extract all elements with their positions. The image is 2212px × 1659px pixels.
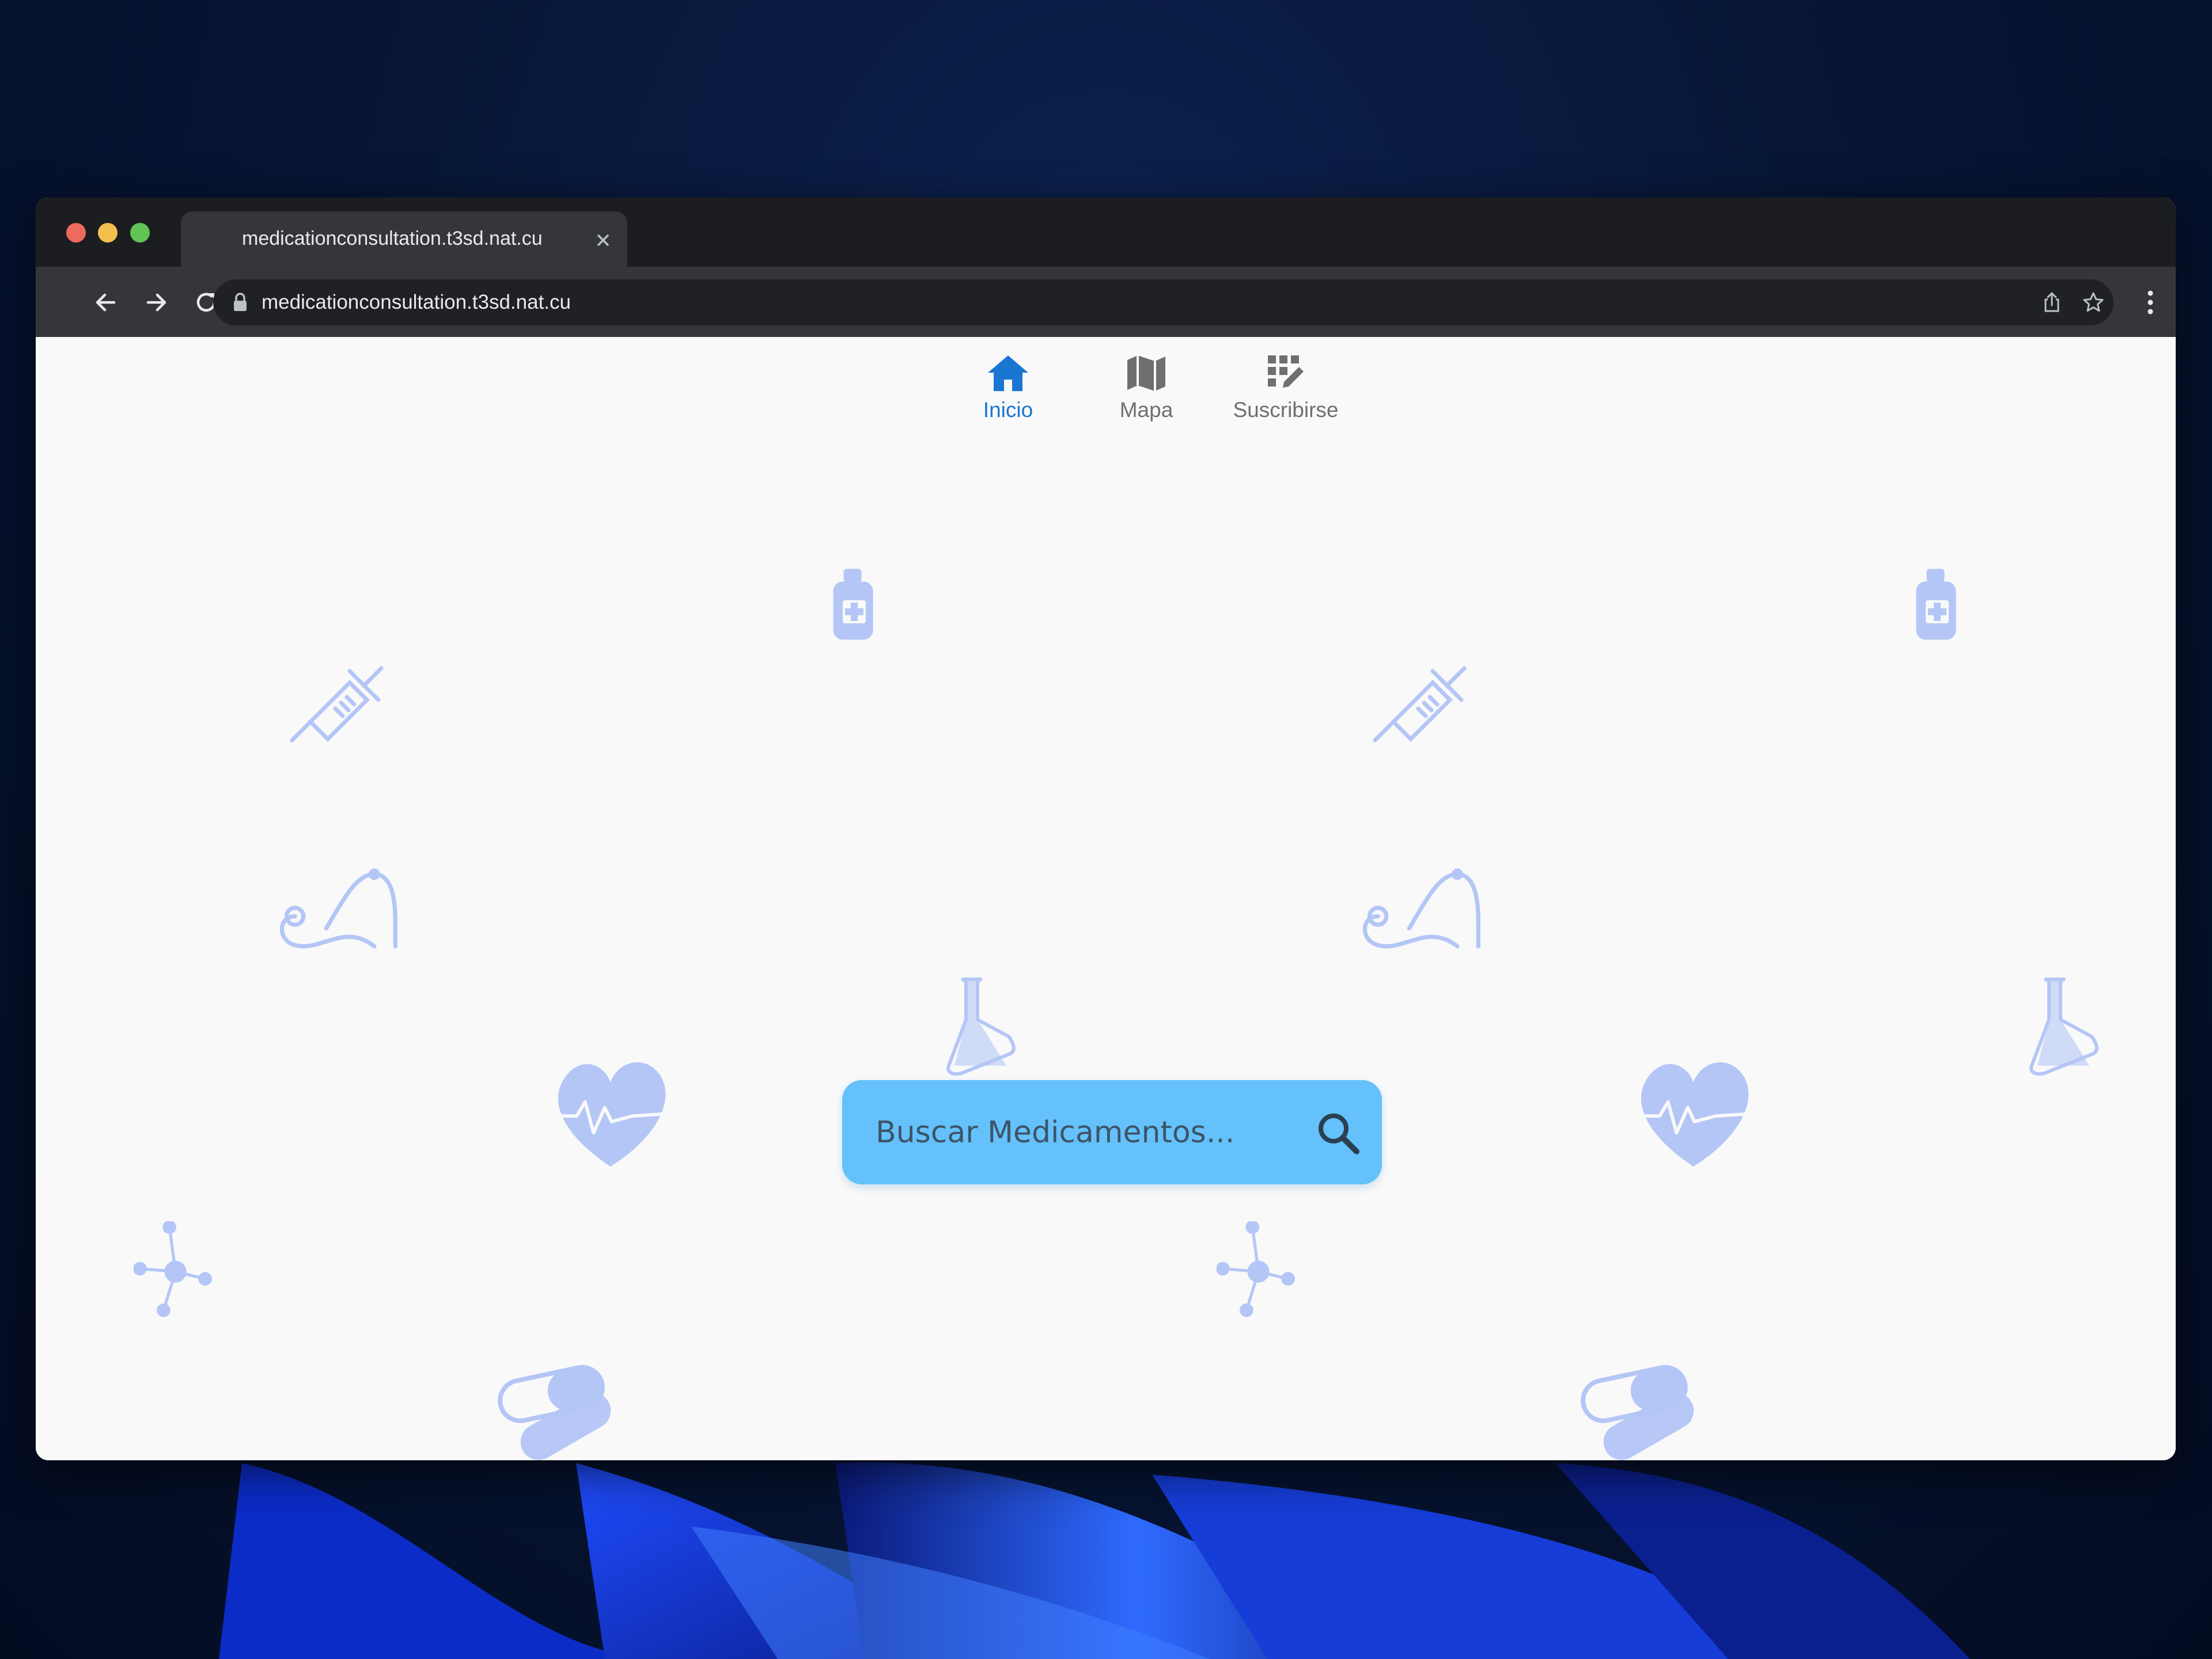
search-input[interactable] [874, 1104, 1280, 1161]
tab-title: medicationconsultation.t3sd.nat.cu [242, 228, 543, 249]
browser-tab[interactable]: medicationconsultation.t3sd.nat.cu [181, 211, 627, 267]
flask-icon [2014, 971, 2112, 1086]
forward-arrow-icon[interactable] [141, 287, 171, 317]
browser-window: medicationconsultation.t3sd.nat.cu medic… [36, 198, 2176, 1460]
home-icon [988, 355, 1028, 391]
lock-icon [234, 293, 247, 311]
more-menu-icon[interactable] [2145, 287, 2156, 317]
window-close-button[interactable] [66, 223, 86, 243]
nav-item-inicio[interactable]: Inicio [945, 353, 1071, 440]
back-arrow-icon[interactable] [91, 287, 121, 317]
url-text: medicationconsultation.t3sd.nat.cu [262, 291, 571, 313]
flask-icon [931, 971, 1029, 1086]
search-box [842, 1080, 1382, 1184]
share-icon[interactable] [2040, 290, 2064, 315]
web-page: Inicio Mapa Suscribirse [36, 337, 2176, 1460]
medicine-bottle-icon [833, 569, 873, 640]
nav-item-suscribirse[interactable]: Suscribirse [1222, 353, 1349, 440]
nav-item-mapa[interactable]: Mapa [1083, 353, 1210, 440]
pill-capsule-icon [1577, 1362, 1709, 1460]
nav-label-inicio: Inicio [983, 398, 1033, 422]
heartbeat-icon [1628, 1054, 1767, 1169]
syringe-icon [1363, 648, 1473, 757]
search-icon[interactable] [1314, 1109, 1362, 1157]
subscribe-grid-icon [1268, 355, 1304, 388]
browser-toolbar: medicationconsultation.t3sd.nat.cu [36, 267, 2176, 337]
syringe-icon [281, 648, 390, 757]
nav-label-mapa: Mapa [1119, 398, 1173, 422]
window-maximize-button[interactable] [130, 223, 150, 243]
pill-capsule-icon [494, 1362, 626, 1460]
molecule-icon [134, 1221, 214, 1319]
window-minimize-button[interactable] [98, 223, 118, 243]
stethoscope-icon [266, 855, 404, 959]
map-icon [1127, 355, 1165, 391]
stethoscope-icon [1349, 855, 1487, 959]
heartbeat-icon [546, 1054, 684, 1169]
top-navigation: Inicio Mapa Suscribirse [36, 353, 2176, 440]
tab-strip: medicationconsultation.t3sd.nat.cu [36, 198, 2176, 267]
nav-label-suscribirse: Suscribirse [1233, 398, 1339, 422]
close-icon[interactable] [592, 229, 615, 252]
address-bar[interactable]: medicationconsultation.t3sd.nat.cu [213, 279, 2113, 325]
medicine-bottle-icon [1916, 569, 1956, 640]
molecule-icon [1217, 1221, 1297, 1319]
bookmark-star-icon[interactable] [2081, 290, 2105, 315]
